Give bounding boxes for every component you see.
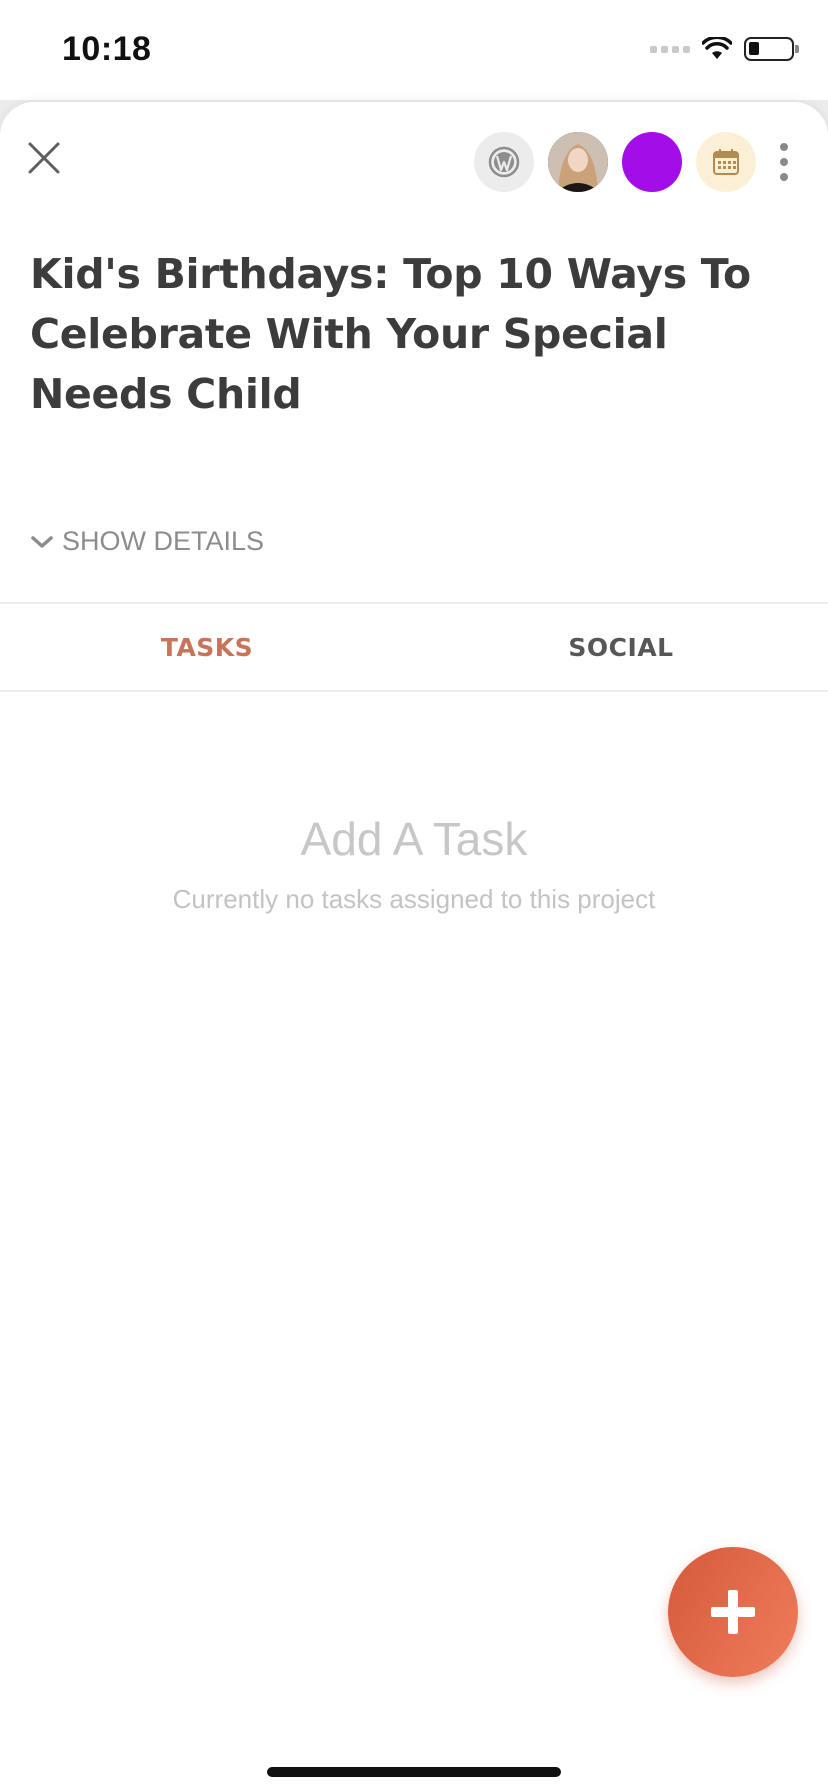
tab-tasks[interactable]: TASKS [0,604,414,690]
header-actions [474,132,798,192]
status-bar: 10:18 [0,0,828,100]
project-sheet: Kid's Birthdays: Top 10 Ways To Celebrat… [0,102,828,1792]
cellular-signal-icon [650,45,690,53]
divider [0,690,828,692]
chevron-down-icon [31,535,53,548]
close-icon [28,142,60,174]
empty-state-title[interactable]: Add A Task [0,812,828,866]
show-details-toggle[interactable]: SHOW DETAILS [30,526,264,557]
wordpress-button[interactable] [474,132,534,192]
tab-social[interactable]: SOCIAL [414,604,828,690]
project-title: Kid's Birthdays: Top 10 Ways To Celebrat… [30,250,751,418]
user-avatar-image [548,132,608,192]
purple-color-swatch[interactable] [622,132,682,192]
status-time: 10:18 [62,30,152,68]
close-button[interactable] [22,136,66,180]
status-icons [650,34,799,64]
empty-state-subtitle: Currently no tasks assigned to this proj… [172,884,656,914]
show-details-label: SHOW DETAILS [62,526,265,556]
add-task-button[interactable] [668,1547,798,1677]
battery-icon [744,37,799,61]
tab-bar: TASKS SOCIAL [0,604,828,690]
wordpress-icon [488,146,520,178]
user-avatar[interactable] [548,132,608,192]
plus-icon [711,1590,755,1634]
calendar-icon [713,149,739,175]
more-options-icon[interactable] [770,132,798,192]
calendar-button[interactable] [696,132,756,192]
wifi-icon [702,37,732,59]
home-indicator [267,1767,561,1777]
